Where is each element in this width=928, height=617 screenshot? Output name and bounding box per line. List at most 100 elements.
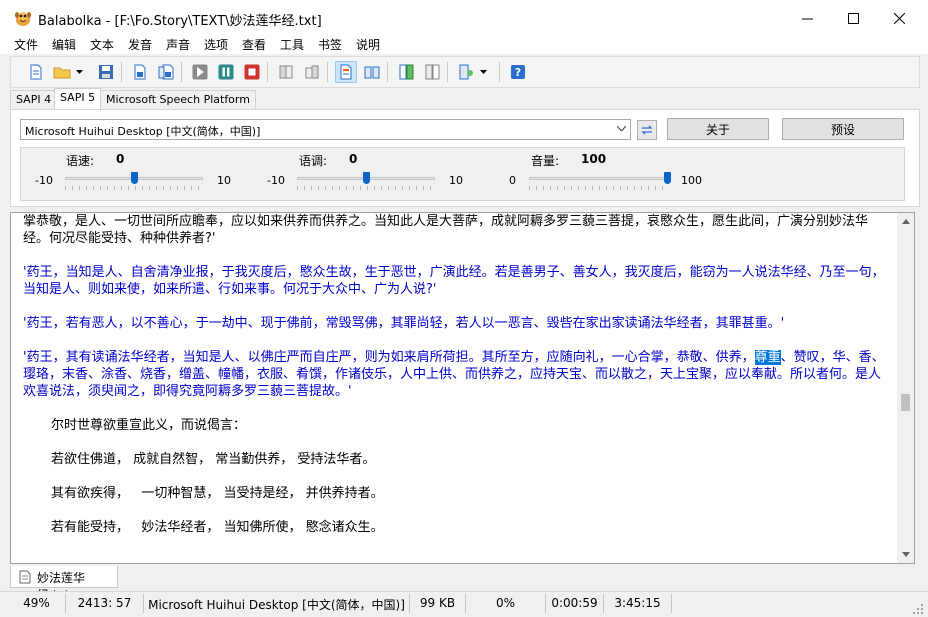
menu-edit[interactable]: 编辑 [52, 36, 76, 53]
title-bar: Balabolka - [F:\Fo.Story\TEXT\妙法莲华经.txt] [0, 0, 928, 36]
minimize-button[interactable] [784, 0, 830, 36]
pitch-max: 10 [449, 174, 463, 187]
rate-value: 0 [116, 152, 125, 166]
dictionary-dropdown[interactable] [477, 61, 489, 83]
pitch-min: -10 [267, 174, 285, 187]
document-text[interactable]: 掌恭敬，是人、一切世间所应瞻奉，应以如来供养而供养之。当知此人是大菩萨，成就阿耨… [23, 213, 893, 553]
toolbar-separator [387, 62, 388, 82]
volume-min: 0 [509, 174, 516, 187]
voice-select[interactable]: Microsoft Huihui Desktop [中文(简体，中国)] [20, 119, 631, 140]
text-paragraph-spoken: '药王，其有读诵法华经者，当知是人、以佛庄严而自庄严，则为如来肩所荷担。其所至方… [23, 349, 893, 400]
text-paragraph: 其有欲疾得， 一切种智慧， 当受持是经， 并供养持者。 [51, 486, 384, 501]
toolbar-separator [327, 62, 328, 82]
tab-sapi4[interactable]: SAPI 4 [10, 90, 58, 109]
save-button[interactable] [95, 61, 117, 83]
close-button[interactable] [876, 0, 922, 36]
open-recent-dropdown[interactable] [73, 61, 85, 83]
help-button[interactable]: ? [507, 61, 529, 83]
chevron-down-icon [75, 70, 83, 74]
text-pages-icon [279, 65, 293, 79]
toolbar-separator [499, 62, 500, 82]
rate-max: 10 [217, 174, 231, 187]
highlight-icon [340, 64, 352, 80]
text-paragraph-spoken: '药王，若有恶人，以不善心，于一劫中、现于佛前，常毁骂佛，其罪尚轻，若人以一恶言… [23, 316, 785, 331]
tab-speech-platform[interactable]: Microsoft Speech Platform [100, 90, 256, 109]
window-title: Balabolka - [F:\Fo.Story\TEXT\妙法莲华经.txt] [38, 14, 322, 29]
next-sentence-button[interactable] [301, 61, 323, 83]
text-segment: '药王，其有读诵法华经者，当知是人、以佛庄严而自庄严，则为如来肩所荷担。其所至方… [23, 350, 755, 365]
menu-help[interactable]: 说明 [356, 36, 380, 53]
stop-icon [244, 64, 260, 80]
compare-files-button[interactable] [421, 61, 443, 83]
pitch-value: 0 [349, 152, 358, 166]
menu-options[interactable]: 选项 [204, 36, 228, 53]
pitch-slider-thumb[interactable] [362, 172, 370, 184]
prev-sentence-button[interactable] [275, 61, 297, 83]
chevron-up-icon [901, 219, 910, 224]
volume-slider[interactable] [529, 177, 667, 180]
menu-file[interactable]: 文件 [14, 36, 38, 53]
rate-slider-ticks [65, 186, 203, 190]
toolbar: ? [10, 56, 920, 88]
status-voice: Microsoft Huihui Desktop [中文(简体，中国)] [144, 594, 410, 613]
batch-convert-button[interactable] [155, 61, 177, 83]
about-button[interactable]: 关于 [667, 118, 769, 140]
volume-label: 音量: [531, 154, 560, 168]
volume-max: 100 [681, 174, 702, 187]
voice-swap-button[interactable] [637, 120, 657, 140]
status-progress: 0% [466, 594, 546, 613]
pause-button[interactable] [215, 61, 237, 83]
help-icon: ? [511, 65, 525, 79]
open-file-button[interactable] [51, 61, 73, 83]
swap-arrows-icon [641, 125, 653, 135]
scroll-down-button[interactable] [897, 546, 914, 563]
resize-grip-icon[interactable] [912, 603, 924, 615]
audio-file-icon [134, 64, 146, 80]
menu-pronunciation[interactable]: 发音 [128, 36, 152, 53]
scrollbar-thumb[interactable] [901, 394, 910, 411]
save-icon [99, 65, 113, 79]
vertical-scrollbar[interactable] [897, 213, 914, 563]
preset-button[interactable]: 预设 [782, 118, 904, 140]
status-file-size: 99 KB [410, 594, 466, 613]
status-percent: 49% [8, 594, 66, 613]
menu-view[interactable]: 查看 [242, 36, 266, 53]
menu-voice[interactable]: 声音 [166, 36, 190, 53]
split-icon [399, 64, 414, 80]
play-button[interactable] [189, 61, 211, 83]
stop-button[interactable] [241, 61, 263, 83]
new-document-button[interactable] [25, 61, 47, 83]
dictionary-button[interactable] [455, 61, 477, 83]
chevron-down-icon [901, 552, 910, 557]
voice-sliders: 语速: 0 -10 10 语调: 0 -10 10 音量: 100 0 100 [20, 147, 905, 201]
read-clipboard-button[interactable] [361, 61, 383, 83]
menu-bookmarks[interactable]: 书签 [318, 36, 342, 53]
status-bar: 49% 2413: 57 Microsoft Huihui Desktop [中… [0, 591, 928, 617]
volume-slider-thumb[interactable] [663, 172, 671, 184]
toolbar-separator [267, 62, 268, 82]
text-editor[interactable]: 掌恭敬，是人、一切世间所应瞻奉，应以如来供养而供养之。当知此人是大菩萨，成就阿耨… [10, 212, 915, 564]
status-total-time: 3:45:15 [604, 594, 672, 613]
pitch-slider-ticks [297, 186, 435, 190]
menu-tools[interactable]: 工具 [280, 36, 304, 53]
maximize-button[interactable] [830, 0, 876, 36]
document-tab[interactable]: 妙法莲华经.txt [10, 566, 118, 602]
toolbar-separator [447, 62, 448, 82]
volume-slider-ticks [529, 186, 667, 190]
menu-text[interactable]: 文本 [90, 36, 114, 53]
split-file-button[interactable] [395, 61, 417, 83]
scroll-up-button[interactable] [897, 213, 914, 230]
status-cursor-position: 2413: 57 [66, 594, 144, 613]
text-paragraph: 尔时世尊欲重宣此义，而说偈言： [51, 418, 247, 433]
book-icon [364, 66, 380, 79]
svg-text:?: ? [515, 66, 521, 79]
rate-min: -10 [35, 174, 53, 187]
text-pages-icon [305, 65, 319, 79]
current-word-highlight: 尊重 [754, 350, 781, 365]
convert-to-audio-button[interactable] [129, 61, 151, 83]
tab-sapi5[interactable]: SAPI 5 [54, 88, 102, 109]
highlight-text-toggle[interactable] [335, 61, 357, 83]
balabolka-app-icon [15, 12, 31, 26]
chevron-down-icon [617, 126, 626, 131]
rate-slider-thumb[interactable] [130, 172, 138, 184]
